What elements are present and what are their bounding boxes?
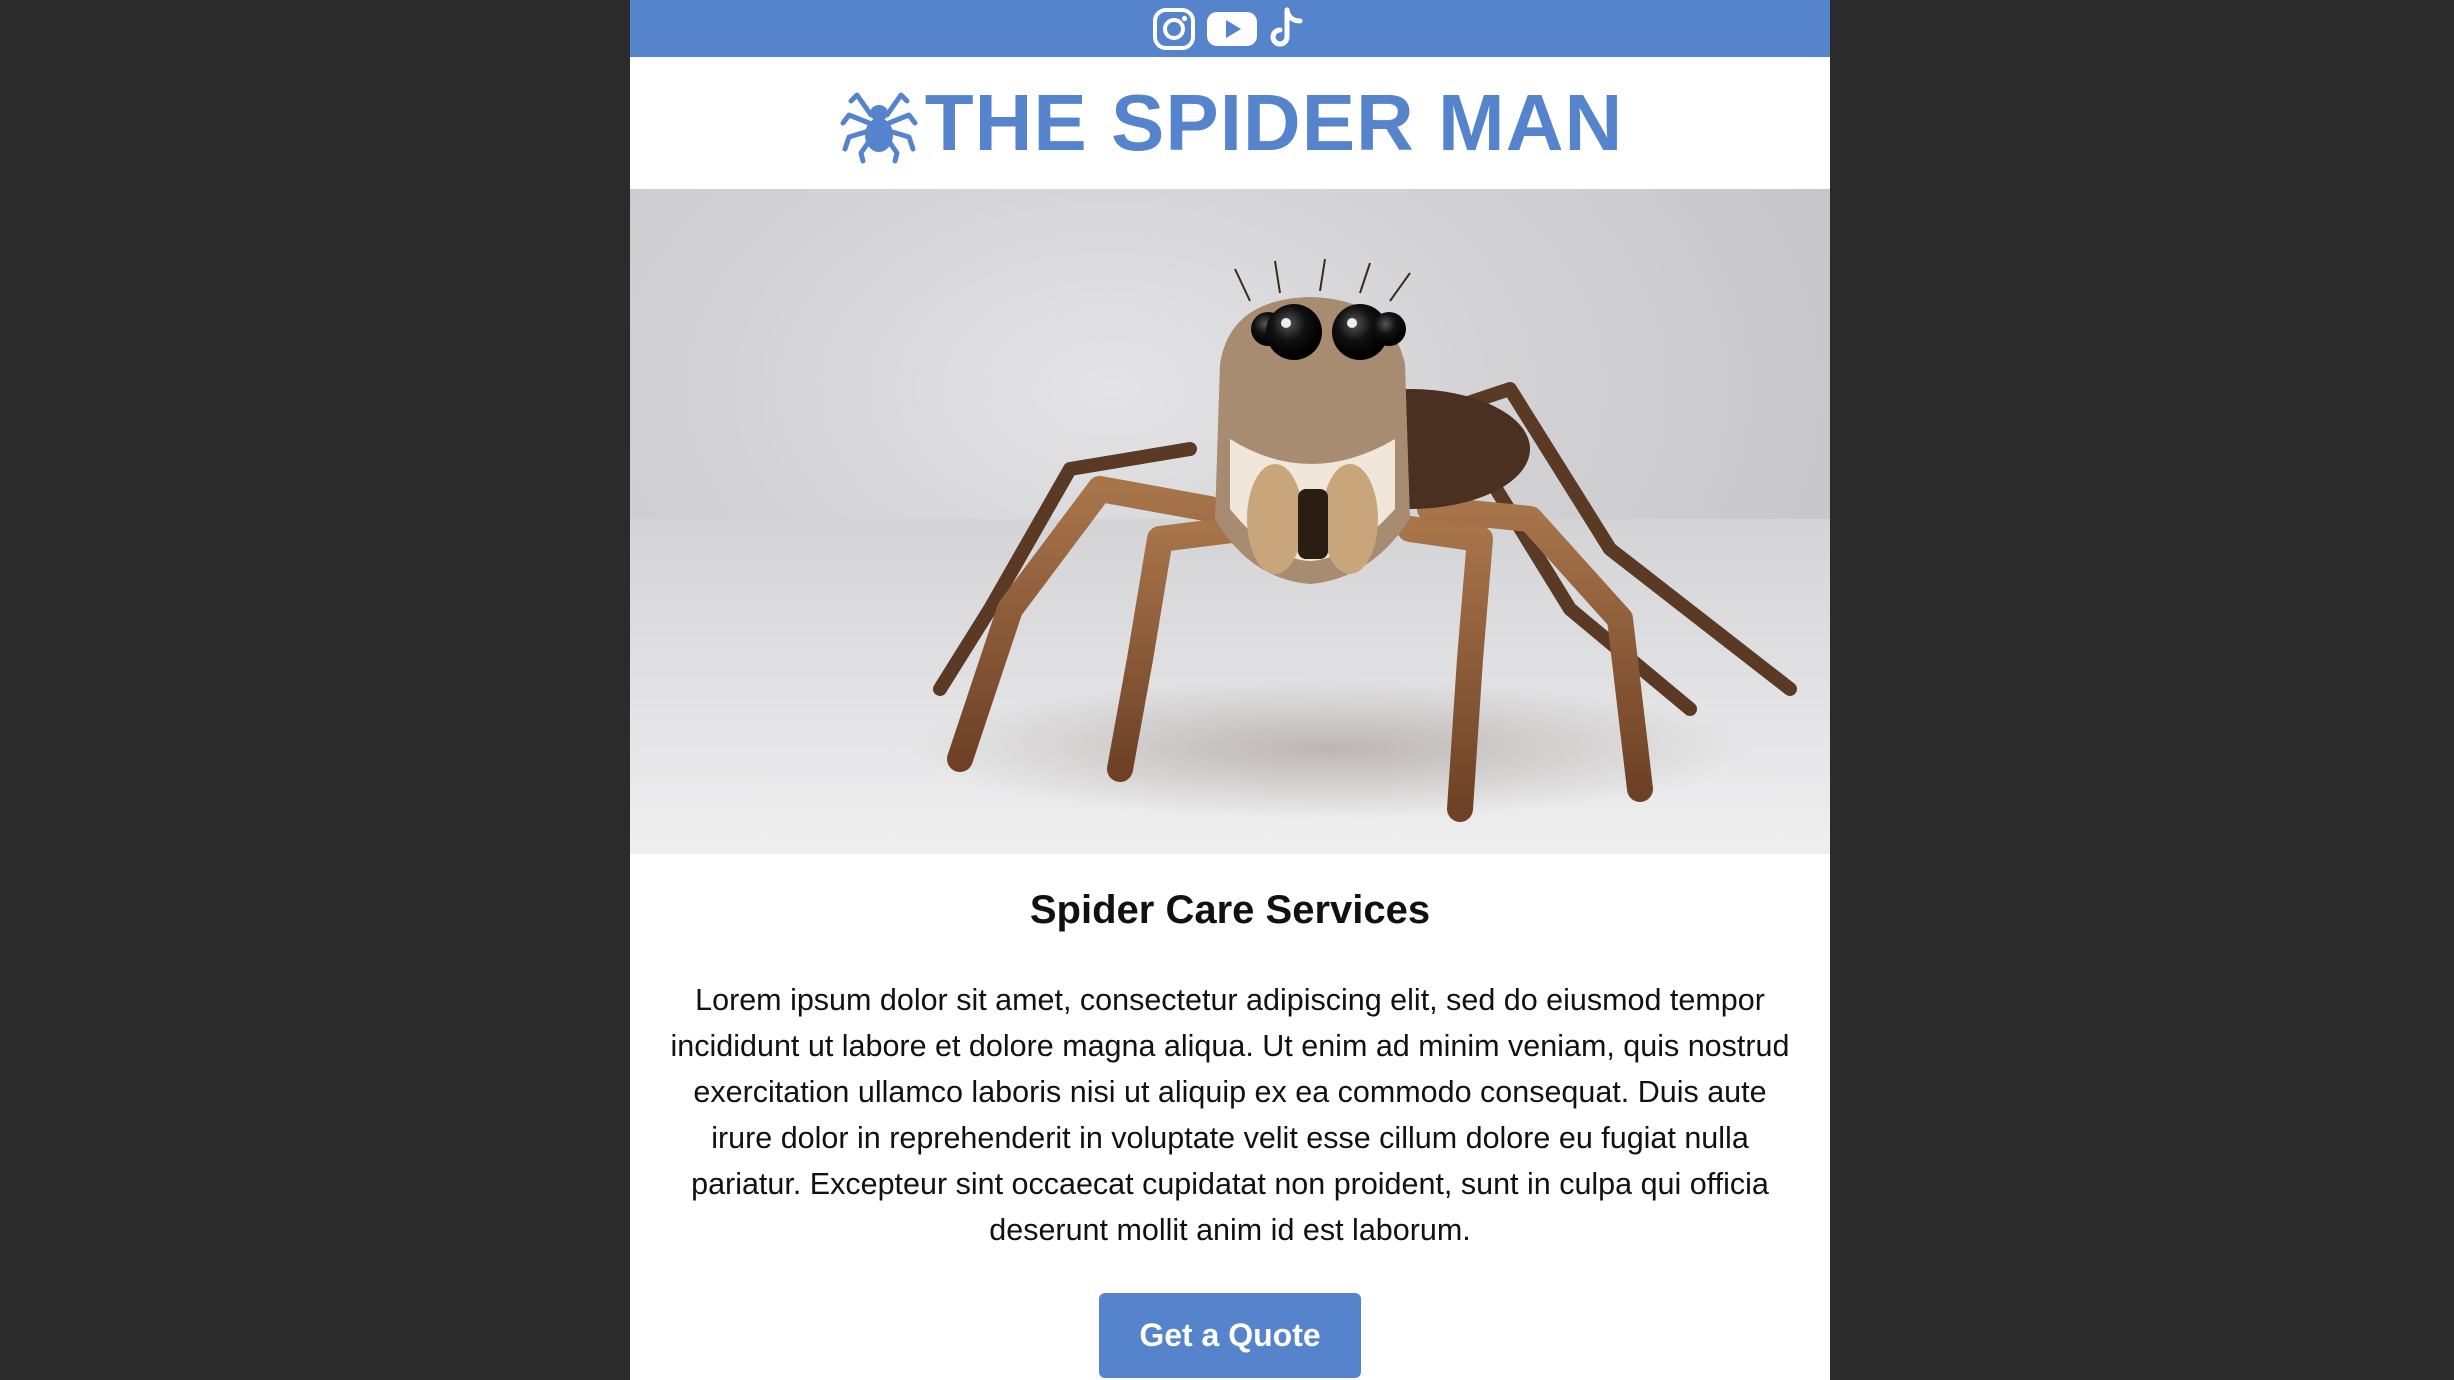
brand-title: THE SPIDER MAN xyxy=(924,78,1624,167)
jumping-spider-photo xyxy=(630,258,1830,854)
youtube-icon[interactable] xyxy=(1206,9,1258,49)
email-container: THE SPIDER MAN Spider Care Services Lore… xyxy=(630,0,1830,1380)
instagram-icon[interactable] xyxy=(1152,7,1196,51)
get-quote-button[interactable]: Get a Quote xyxy=(1099,1293,1361,1378)
email-header: THE SPIDER MAN xyxy=(630,57,1830,189)
body-paragraph: Lorem ipsum dolor sit amet, consectetur … xyxy=(670,983,1790,1247)
content-section: Spider Care Services Lorem ipsum dolor s… xyxy=(630,854,1830,1378)
section-heading: Spider Care Services xyxy=(1029,888,1431,932)
tiktok-icon[interactable] xyxy=(1268,6,1308,52)
hero-image xyxy=(630,189,1830,854)
social-bar xyxy=(630,0,1830,57)
spider-icon xyxy=(837,81,921,165)
